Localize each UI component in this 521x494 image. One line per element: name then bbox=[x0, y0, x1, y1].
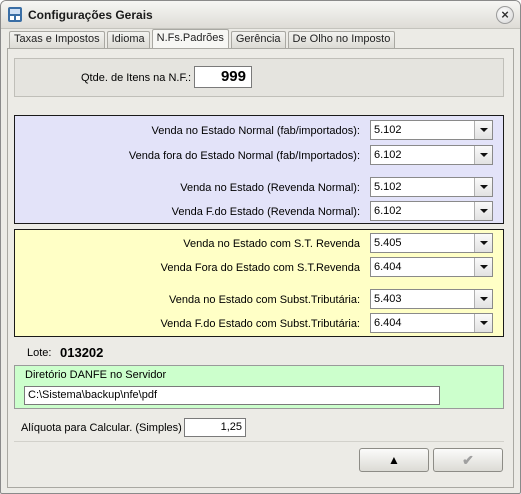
cfop-normal-select[interactable]: 6.102 bbox=[370, 201, 493, 221]
cfop-st-value: 5.403 bbox=[374, 293, 402, 305]
cfop-normal-label: Venda F.do Estado (Revenda Normal): bbox=[171, 206, 360, 218]
cfop-normal-label: Venda no Estado (Revenda Normal): bbox=[180, 182, 360, 194]
qtd-itens-input[interactable]: 999 bbox=[194, 66, 252, 88]
tab-idioma[interactable]: Idioma bbox=[106, 31, 150, 48]
danfe-dir-input[interactable]: C:\Sistema\backup\nfe\pdf bbox=[24, 386, 440, 405]
tab-bar: Taxas e Impostos Idioma N.Fs.Padrões Ger… bbox=[9, 29, 397, 48]
cfop-normal-value: 6.102 bbox=[374, 149, 402, 161]
cfop-normal-label: Venda fora do Estado Normal (fab/Importa… bbox=[128, 150, 360, 162]
lote-value: 013202 bbox=[60, 345, 104, 360]
cfop-normal-label: Venda no Estado Normal (fab/importados): bbox=[151, 125, 360, 137]
tab-taxas-impostos[interactable]: Taxas e Impostos bbox=[9, 31, 105, 48]
chevron-down-icon[interactable] bbox=[474, 178, 492, 196]
tab-de-olho-no-imposto[interactable]: De Olho no Imposto bbox=[287, 31, 396, 48]
chevron-down-icon[interactable] bbox=[474, 146, 492, 164]
aliquota-label: Alíquota para Calcular. (Simples) bbox=[21, 422, 182, 434]
arrow-up-icon: ▲ bbox=[388, 453, 400, 467]
config-dialog: Configurações Gerais × Taxas e Impostos … bbox=[0, 0, 521, 494]
cfop-st-value: 6.404 bbox=[374, 261, 402, 273]
cfop-normal-value: 5.102 bbox=[374, 181, 402, 193]
window-title: Configurações Gerais bbox=[28, 8, 153, 22]
cfop-st-label: Venda F.do Estado com Subst.Tributária: bbox=[160, 318, 360, 330]
aliquota-input[interactable]: 1,25 bbox=[184, 418, 246, 437]
tab-nfs-padroes[interactable]: N.Fs.Padrões bbox=[151, 29, 229, 48]
cfop-st-select[interactable]: 6.404 bbox=[370, 257, 493, 277]
lote-label: Lote: bbox=[27, 347, 52, 359]
danfe-dir-label: Diretório DANFE no Servidor bbox=[25, 369, 167, 381]
cfop-st-select[interactable]: 5.405 bbox=[370, 233, 493, 253]
cfop-st-value: 5.405 bbox=[374, 237, 402, 249]
chevron-down-icon[interactable] bbox=[474, 121, 492, 139]
cfop-normal-select[interactable]: 5.102 bbox=[370, 120, 493, 140]
chevron-down-icon[interactable] bbox=[474, 202, 492, 220]
move-up-button[interactable]: ▲ bbox=[359, 448, 429, 472]
confirm-button[interactable]: ✔ bbox=[433, 448, 503, 472]
cfop-st-label: Venda no Estado com Subst.Tributária: bbox=[169, 294, 360, 306]
cfop-st-value: 6.404 bbox=[374, 317, 402, 329]
cfop-normal-value: 6.102 bbox=[374, 205, 402, 217]
cfop-normal-select[interactable]: 5.102 bbox=[370, 177, 493, 197]
title-bar[interactable]: Configurações Gerais × bbox=[1, 1, 520, 29]
close-button[interactable]: × bbox=[496, 6, 514, 24]
chevron-down-icon[interactable] bbox=[474, 290, 492, 308]
qtd-itens-label: Qtde. de Itens na N.F.: bbox=[81, 72, 192, 84]
divider bbox=[14, 441, 504, 442]
cfop-st-select[interactable]: 6.404 bbox=[370, 313, 493, 333]
cfop-normal-value: 5.102 bbox=[374, 124, 402, 136]
close-icon[interactable]: × bbox=[501, 7, 509, 22]
cfop-st-select[interactable]: 5.403 bbox=[370, 289, 493, 309]
chevron-down-icon[interactable] bbox=[474, 234, 492, 252]
chevron-down-icon[interactable] bbox=[474, 258, 492, 276]
app-logo-icon bbox=[7, 6, 23, 23]
cfop-normal-select[interactable]: 6.102 bbox=[370, 145, 493, 165]
tab-gerencia[interactable]: Gerência bbox=[230, 31, 286, 48]
cfop-st-label: Venda no Estado com S.T. Revenda bbox=[183, 238, 360, 250]
chevron-down-icon[interactable] bbox=[474, 314, 492, 332]
checkmark-icon: ✔ bbox=[462, 452, 474, 468]
cfop-st-label: Venda Fora do Estado com S.T.Revenda bbox=[160, 262, 360, 274]
